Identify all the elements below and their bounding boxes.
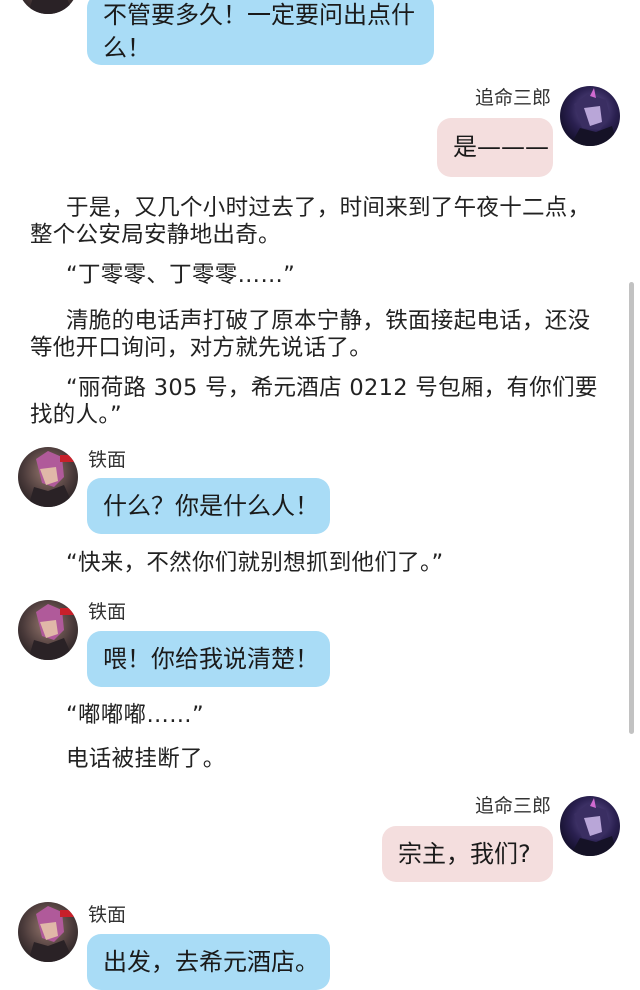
message-text: 不管要多久！一定要问出点什么！ bbox=[103, 1, 415, 62]
narration-paragraph: “快来，不然你们就别想抓到他们了。” bbox=[66, 550, 444, 576]
tiemian-avatar-icon bbox=[18, 0, 78, 14]
vertical-scrollbar[interactable] bbox=[629, 282, 634, 734]
message-text: 宗主，我们? bbox=[398, 840, 531, 868]
narration-paragraph: “丁零零、丁零零……” bbox=[66, 262, 296, 288]
avatar-zhuiming[interactable] bbox=[560, 86, 620, 146]
zhuiming-avatar-icon bbox=[560, 796, 620, 856]
narration-paragraph: 于是，又几个小时过去了，时间来到了午夜十二点，整个公安局安静地出奇。 bbox=[30, 195, 591, 248]
speaker-name-tiemian: 铁面 bbox=[88, 904, 127, 926]
chat-bubble-left[interactable]: 喂！你给我说清楚！ bbox=[87, 631, 330, 687]
chat-bubble-right[interactable]: 宗主，我们? bbox=[382, 826, 553, 882]
message-text: 什么？你是什么人！ bbox=[103, 492, 319, 520]
message-text: 是——— bbox=[453, 133, 549, 161]
narration-paragraph: “丽荷路 305 号，希元酒店 0212 号包厢，有你们要找的人。” bbox=[30, 375, 598, 428]
avatar-tiemian[interactable] bbox=[18, 600, 78, 660]
speaker-name-tiemian: 铁面 bbox=[88, 449, 127, 471]
avatar-tiemian[interactable] bbox=[18, 447, 78, 507]
narration-paragraph: “嘟嘟嘟……” bbox=[66, 702, 204, 728]
tiemian-avatar-icon bbox=[18, 600, 78, 660]
avatar-zhuiming[interactable] bbox=[560, 796, 620, 856]
chat-bubble-left[interactable]: 出发，去希元酒店。 bbox=[87, 934, 330, 990]
chat-bubble-left[interactable]: 什么？你是什么人！ bbox=[87, 478, 330, 534]
speaker-name-tiemian: 铁面 bbox=[88, 601, 127, 623]
chat-bubble-right[interactable]: 是——— bbox=[437, 118, 553, 177]
speaker-name-zhuiming: 追命三郎 bbox=[474, 87, 551, 109]
message-text: 喂！你给我说清楚！ bbox=[103, 645, 319, 673]
chat-bubble-left[interactable]: 不管要多久！一定要问出点什么！ bbox=[87, 0, 434, 65]
speaker-name-zhuiming: 追命三郎 bbox=[474, 795, 551, 817]
narration-paragraph: 电话被挂断了。 bbox=[66, 746, 226, 772]
avatar-tiemian[interactable] bbox=[18, 0, 78, 14]
tiemian-avatar-icon bbox=[18, 902, 78, 962]
narration-paragraph: 清脆的电话声打破了原本宁静，铁面接起电话，还没等他开口询问，对方就先说话了。 bbox=[30, 308, 591, 361]
tiemian-avatar-icon bbox=[18, 447, 78, 507]
zhuiming-avatar-icon bbox=[560, 86, 620, 146]
message-text: 出发，去希元酒店。 bbox=[103, 948, 319, 976]
avatar-tiemian[interactable] bbox=[18, 902, 78, 962]
